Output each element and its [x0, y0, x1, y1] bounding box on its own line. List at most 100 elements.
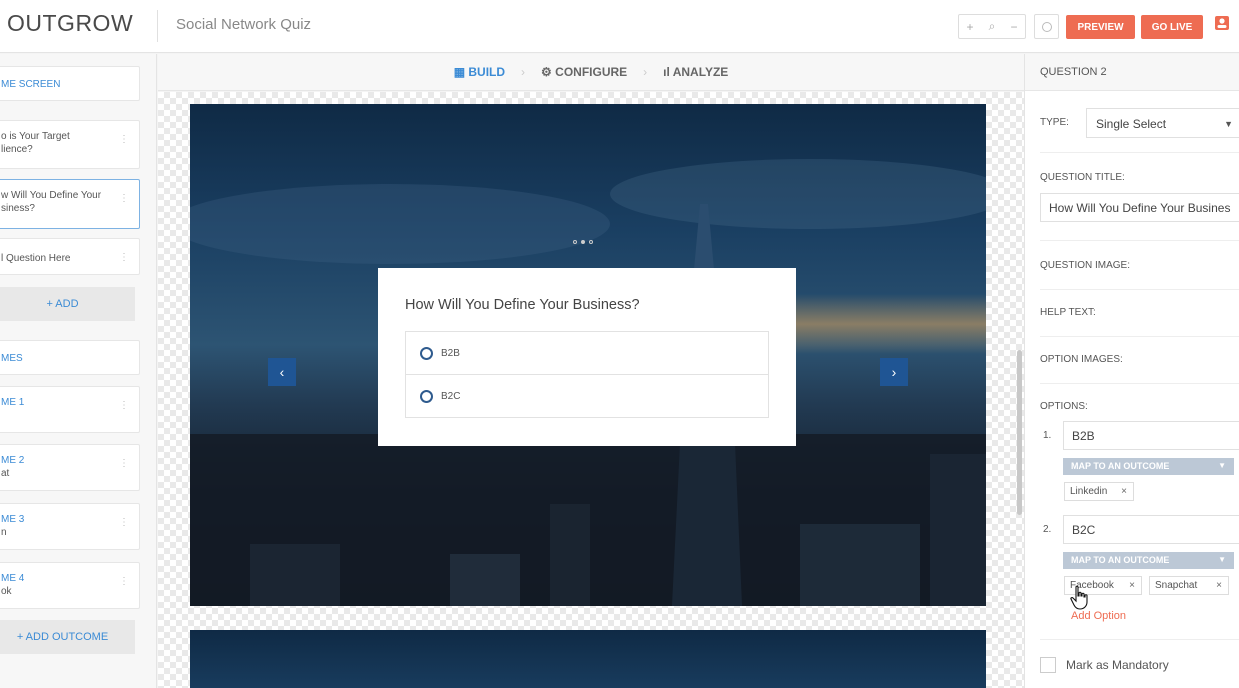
outcome-sub: at — [1, 468, 10, 479]
mandatory-checkbox[interactable] — [1040, 657, 1056, 673]
preview-button[interactable]: PREVIEW — [1066, 15, 1135, 39]
option-number: 2. — [1043, 524, 1052, 535]
slide-pager — [573, 240, 593, 244]
canvas-scrollbar[interactable] — [1017, 350, 1022, 515]
grid-icon: ▦ — [453, 65, 466, 79]
tag-label: Linkedin — [1070, 486, 1108, 497]
sidebar-outcome-1[interactable]: ME 1 ⋮ — [0, 386, 140, 433]
question-title[interactable]: How Will You Define Your Business? — [405, 297, 640, 313]
divider — [1040, 240, 1239, 241]
chevron-right-icon: › — [521, 65, 526, 79]
map-outcome-dropdown-1[interactable]: MAP TO AN OUTCOME ▼ — [1063, 458, 1234, 475]
caret-down-icon: ▼ — [1218, 461, 1226, 470]
question-line1: o is Your Target — [1, 131, 70, 142]
circle-icon — [1041, 21, 1052, 32]
add-question-button[interactable]: + ADD — [0, 287, 135, 321]
caret-down-icon: ▼ — [1218, 555, 1226, 564]
radio-button[interactable] — [420, 389, 433, 403]
caret-down-icon: ▼ — [1224, 119, 1233, 129]
outcomes-header: MES — [0, 340, 140, 375]
hand-cursor-icon — [1070, 585, 1088, 610]
sidebar-outcome-4[interactable]: ME 4 ok ⋮ — [0, 562, 140, 609]
divider — [1040, 639, 1239, 640]
tab-configure-label: CONFIGURE — [555, 65, 628, 79]
project-title[interactable]: Social Network Quiz — [176, 16, 311, 33]
zoom-out-button[interactable]: − — [1010, 20, 1017, 34]
top-bar: OUTGROW Social Network Quiz + ⌕ − PREVIE… — [0, 0, 1239, 53]
prev-slide-button[interactable]: ‹ — [268, 358, 296, 386]
tab-build[interactable]: ▦ BUILD — [454, 65, 505, 79]
option-number: 1. — [1043, 430, 1052, 441]
sidebar-question-2[interactable]: w Will You Define Your siness? ⋮ — [0, 179, 140, 229]
panel-header: QUESTION 2 — [1025, 54, 1239, 91]
tab-build-label: BUILD — [468, 65, 506, 79]
more-icon[interactable]: ⋮ — [119, 192, 129, 205]
chevron-right-icon: › — [643, 65, 648, 79]
more-icon[interactable]: ⋮ — [119, 575, 129, 588]
more-icon[interactable]: ⋮ — [119, 457, 129, 470]
app-logo: OUTGROW — [7, 10, 134, 36]
add-option-link[interactable]: Add Option — [1071, 610, 1126, 622]
more-icon[interactable]: ⋮ — [119, 516, 129, 529]
divider — [1040, 383, 1239, 384]
question-settings-panel: QUESTION 2 TYPE: Single Select ▼ QUESTIO… — [1024, 54, 1239, 688]
divider — [1040, 152, 1239, 153]
type-label: TYPE: — [1040, 117, 1069, 128]
outcome-tag-linkedin: Linkedin × — [1064, 482, 1134, 501]
gear-icon: ⚙ — [541, 65, 552, 79]
next-slide-button[interactable]: › — [880, 358, 908, 386]
mandatory-label: Mark as Mandatory — [1066, 658, 1169, 672]
option-1-input[interactable]: B2B — [1063, 421, 1239, 450]
welcome-screen-item[interactable]: ME SCREEN — [0, 66, 140, 101]
sidebar-outcome-3[interactable]: ME 3 n ⋮ — [0, 503, 140, 550]
question-card: How Will You Define Your Business? B2B B… — [378, 268, 796, 446]
question-line2: siness? — [1, 203, 35, 214]
question-slide: ‹ › How Will You Define Your Business? B… — [190, 104, 986, 606]
more-icon[interactable]: ⋮ — [119, 133, 129, 146]
radio-button[interactable] — [420, 346, 433, 360]
user-profile-icon[interactable] — [1214, 15, 1230, 31]
zoom-controls: + ⌕ − — [958, 14, 1026, 39]
option-label: B2B — [441, 347, 460, 359]
outcome-title: ME 3 — [1, 514, 25, 525]
option-label: B2C — [441, 390, 461, 402]
tab-analyze[interactable]: ıl ANALYZE — [663, 65, 728, 79]
zoom-in-button[interactable]: + — [967, 20, 974, 34]
more-icon[interactable]: ⋮ — [119, 399, 129, 412]
remove-tag-icon[interactable]: × — [1121, 486, 1127, 497]
welcome-screen-label: ME SCREEN — [1, 79, 61, 90]
remove-tag-icon[interactable]: × — [1129, 580, 1135, 591]
bar-chart-icon: ıl — [663, 65, 670, 79]
zoom-search-icon[interactable]: ⌕ — [989, 19, 996, 34]
option-2-input[interactable]: B2C — [1063, 515, 1239, 544]
pager-dot[interactable] — [573, 240, 577, 244]
sidebar-outcome-2[interactable]: ME 2 at ⋮ — [0, 444, 140, 491]
outcome-sub: ok — [1, 586, 12, 597]
pager-dot[interactable] — [589, 240, 593, 244]
left-sidebar: ME SCREEN o is Your Target lience? ⋮ w W… — [0, 54, 157, 688]
question-title-input[interactable]: How Will You Define Your Busines — [1040, 193, 1239, 222]
go-live-button[interactable]: GO LIVE — [1141, 15, 1203, 39]
divider — [1040, 336, 1239, 337]
option-images-label: OPTION IMAGES: — [1040, 354, 1123, 365]
add-outcome-button[interactable]: + ADD OUTCOME — [0, 620, 135, 654]
pager-dot-active[interactable] — [581, 240, 585, 244]
question-image-label: QUESTION IMAGE: — [1040, 260, 1131, 271]
help-text-label: HELP TEXT: — [1040, 307, 1096, 318]
type-select[interactable]: Single Select ▼ — [1086, 108, 1239, 138]
answer-option-b2b[interactable]: B2B — [405, 331, 769, 375]
circle-toggle-button[interactable] — [1034, 14, 1059, 39]
map-outcome-label: MAP TO AN OUTCOME — [1071, 555, 1170, 565]
outcome-sub: n — [1, 527, 7, 538]
remove-tag-icon[interactable]: × — [1216, 580, 1222, 591]
tab-configure[interactable]: ⚙ CONFIGURE — [541, 65, 627, 79]
sidebar-question-1[interactable]: o is Your Target lience? ⋮ — [0, 120, 140, 169]
sidebar-question-3[interactable]: l Question Here ⋮ — [0, 238, 140, 275]
answer-option-b2c[interactable]: B2C — [405, 374, 769, 418]
header-divider — [157, 10, 158, 42]
more-icon[interactable]: ⋮ — [119, 251, 129, 264]
tag-label: Snapchat — [1155, 580, 1198, 591]
question-title-label: QUESTION TITLE: — [1040, 172, 1125, 183]
map-outcome-dropdown-2[interactable]: MAP TO AN OUTCOME ▼ — [1063, 552, 1234, 569]
next-slide-preview[interactable] — [190, 630, 986, 688]
